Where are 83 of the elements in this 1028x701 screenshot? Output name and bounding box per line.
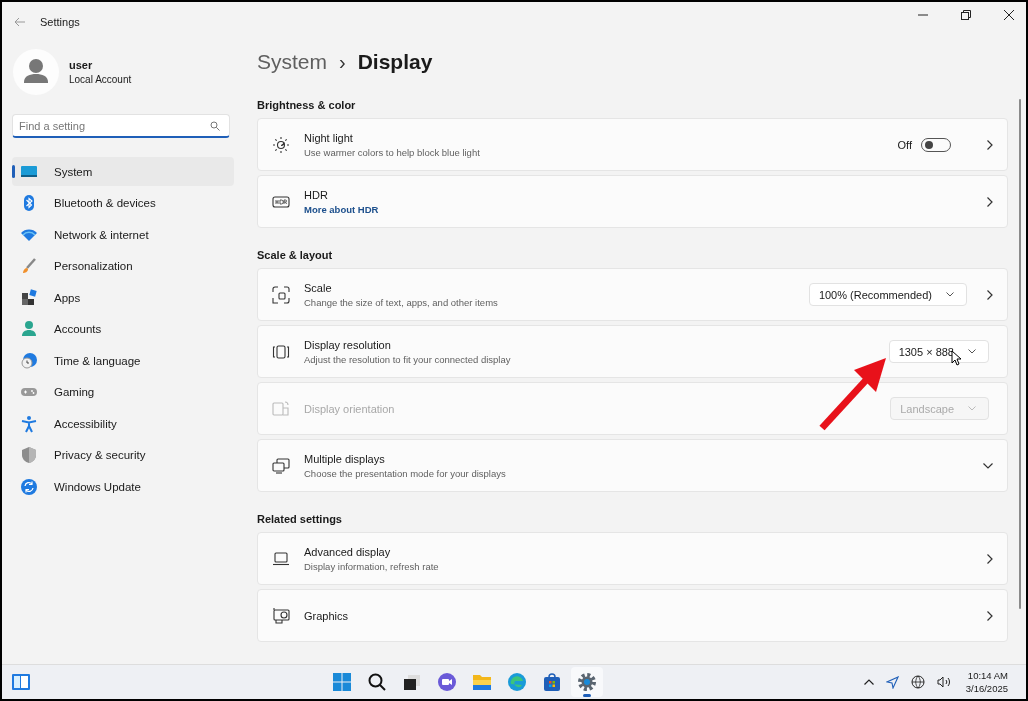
sidebar-item[interactable]: Personalization — [12, 251, 234, 281]
dropdown[interactable]: 1305 × 888 — [888, 340, 989, 363]
chevron-right-icon — [987, 139, 993, 150]
setting-title: HDR — [304, 188, 329, 201]
caret-icon — [968, 349, 976, 354]
close-icon[interactable] — [1004, 10, 1014, 20]
setting-card[interactable]: Night light Use warmer colors to help block blue light Off — [257, 118, 1008, 171]
scale-icon — [272, 285, 290, 304]
avatar-icon — [13, 49, 59, 95]
brush-icon — [20, 257, 38, 275]
setting-title: Multiple displays — [304, 452, 386, 465]
dropdown[interactable]: 100% (Recommended) — [808, 283, 967, 306]
chevron-right-icon — [987, 610, 993, 621]
sidebar-item[interactable]: Windows Update — [12, 472, 234, 501]
caret-icon — [968, 406, 976, 411]
location-icon[interactable] — [885, 675, 899, 689]
setting-card[interactable]: Multiple displays Choose the presentation mode for your displays — [257, 439, 1008, 492]
widgets-icon[interactable] — [11, 673, 31, 691]
window-title: Settings — [40, 16, 80, 28]
setting-description: Change the size of text, apps, and other items — [304, 296, 499, 308]
learn-more-link[interactable]: More about HDR — [304, 203, 971, 215]
section-heading: Scale & layout — [257, 249, 334, 261]
volume-icon[interactable] — [936, 676, 952, 688]
setting-description: Choose the presentation mode for your displays — [304, 467, 507, 479]
globe-icon[interactable] — [910, 675, 925, 689]
back-icon[interactable] — [14, 17, 26, 27]
page-title: Display — [357, 50, 433, 74]
setting-card[interactable]: Advanced display Display information, refresh rate — [257, 532, 1008, 585]
setting-description: Adjust the resolution to fit your connected display — [304, 353, 512, 365]
sidebar-item[interactable]: Gaming — [12, 377, 234, 407]
setting-title: Graphics — [304, 609, 350, 622]
breadcrumb-separator: › — [339, 51, 346, 74]
sidebar-item[interactable]: Time & language — [12, 346, 234, 375]
search-field[interactable]: Find a setting — [12, 114, 230, 138]
breadcrumb-link[interactable]: System — [257, 50, 327, 74]
toggle-state: Off — [897, 138, 912, 151]
caret-icon — [946, 292, 954, 297]
graphics-card-icon — [272, 606, 290, 625]
setting-card[interactable]: HDR More about HDR — [257, 175, 1008, 228]
setting-card[interactable]: Scale Change the size of text, apps, and other items 100% (Recommended) — [257, 268, 1008, 321]
resolution-icon — [272, 342, 290, 361]
sidebar-item[interactable]: Accessibility — [12, 409, 234, 438]
person-icon — [20, 320, 38, 338]
account-type: Local Account — [69, 74, 132, 85]
clock-time[interactable]: 10:14 AM — [967, 670, 1008, 681]
sidebar-item[interactable]: Accounts — [12, 314, 234, 344]
chevron-right-icon — [987, 553, 993, 564]
globe-clock-icon — [20, 351, 38, 370]
cursor-icon — [951, 350, 962, 366]
user-name: user — [69, 59, 94, 71]
clock-date[interactable]: 3/16/2025 — [965, 683, 1008, 694]
apps-icon — [20, 288, 38, 307]
setting-card[interactable]: Graphics — [257, 589, 1008, 642]
section-heading: Brightness & color — [257, 99, 357, 111]
section-heading: Related settings — [257, 513, 343, 525]
chevron-right-icon — [987, 196, 993, 207]
setting-title: Display orientation — [304, 402, 396, 415]
sidebar-item[interactable]: Bluetooth & devices — [12, 188, 234, 218]
setting-title: Scale — [304, 281, 333, 294]
sidebar-item[interactable]: System — [12, 157, 234, 186]
multiple-displays-icon — [272, 456, 290, 475]
maximize-icon[interactable] — [961, 10, 971, 20]
laptop-icon — [272, 549, 290, 568]
chevron-right-icon — [987, 289, 993, 300]
setting-title: Display resolution — [304, 338, 392, 351]
sidebar-item[interactable]: Privacy & security — [12, 440, 234, 470]
setting-description: Display information, refresh rate — [304, 560, 440, 572]
sidebar-item[interactable]: Network & internet — [12, 220, 234, 249]
scrollbar[interactable] — [1019, 99, 1021, 609]
setting-card[interactable]: Display resolution Adjust the resolution to fit your connected display 1305 × 888 — [257, 325, 1008, 378]
search-icon — [210, 121, 220, 131]
orientation-icon — [272, 399, 290, 418]
sidebar-item[interactable]: Apps — [12, 283, 234, 312]
chevron-down-icon[interactable] — [983, 462, 993, 469]
setting-title: Advanced display — [304, 545, 392, 558]
setting-description: Use warmer colors to help block blue light — [304, 146, 481, 158]
setting-title: Night light — [304, 131, 354, 144]
accessibility-icon — [20, 414, 38, 433]
shield-icon — [20, 446, 38, 464]
brightness-icon — [272, 135, 290, 154]
settings-icon[interactable] — [571, 667, 604, 697]
refresh-icon — [20, 477, 38, 496]
chevron-up-icon[interactable] — [863, 679, 874, 685]
